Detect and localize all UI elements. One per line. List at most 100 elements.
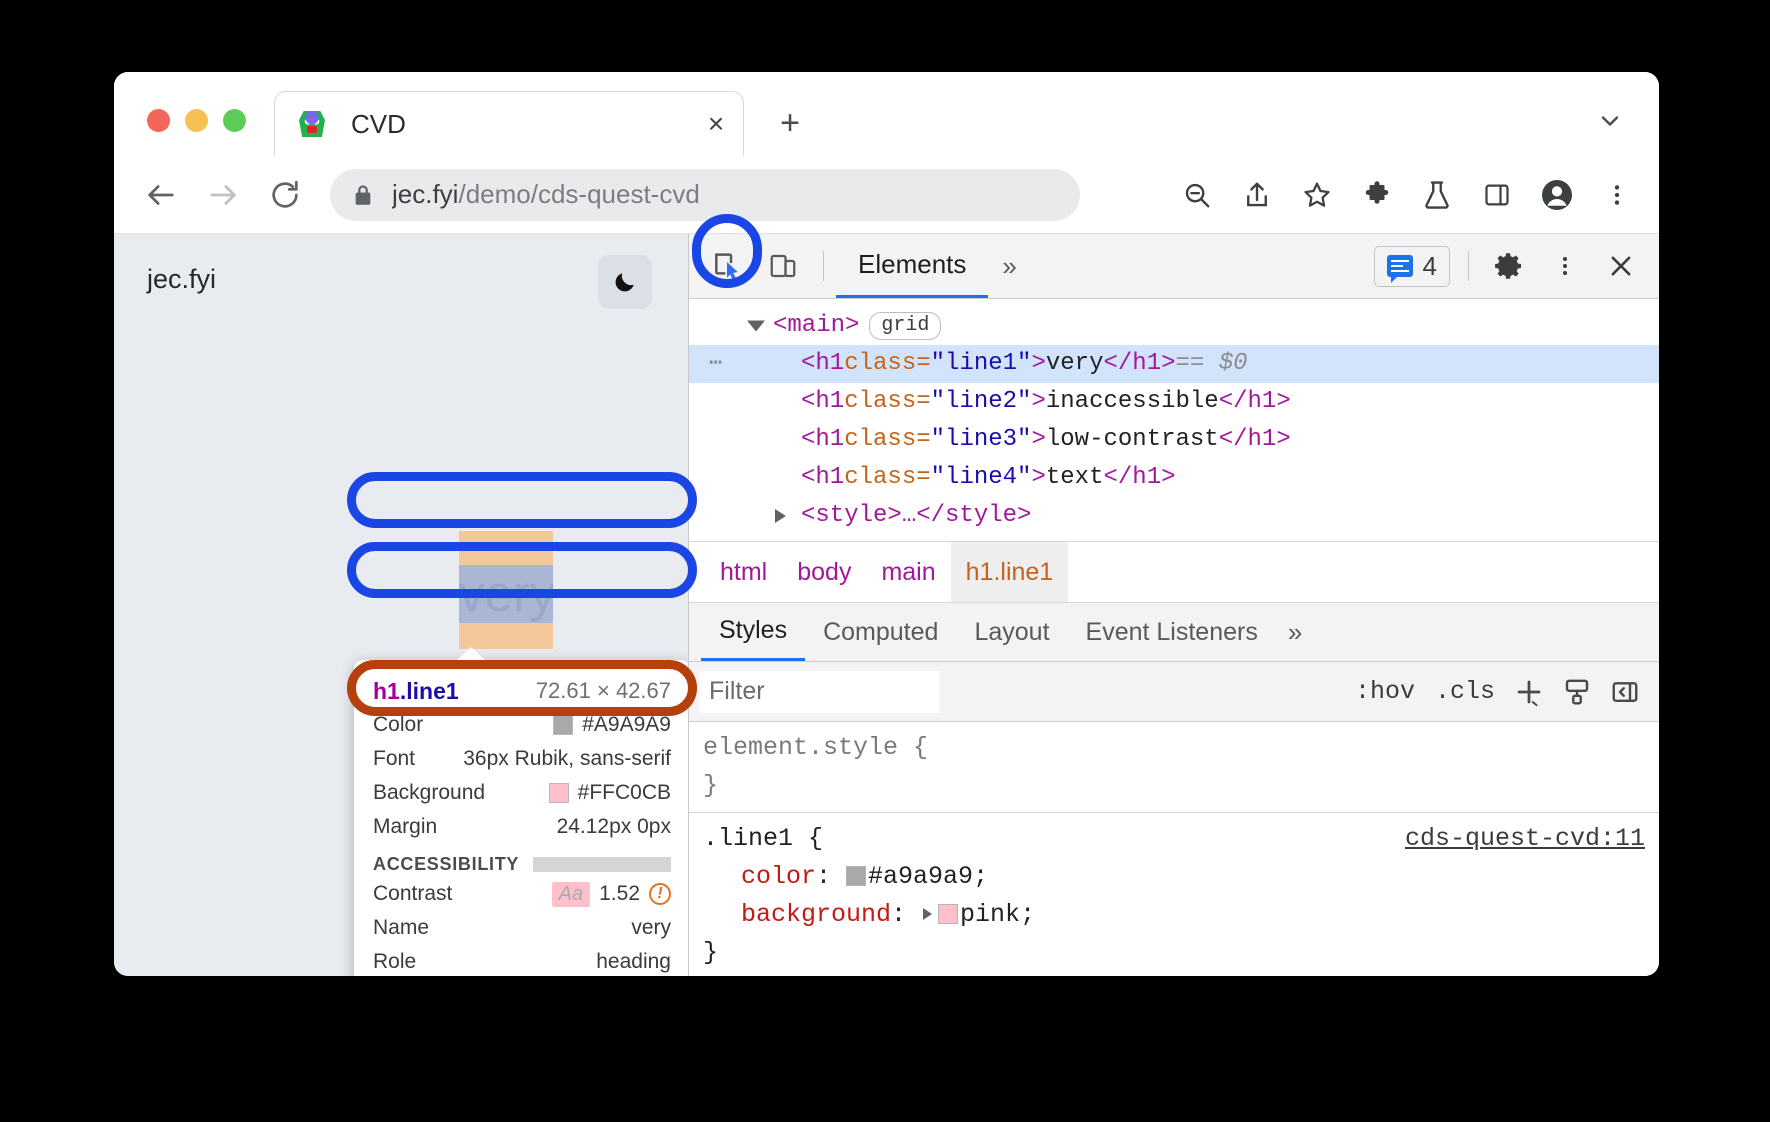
share-icon[interactable] [1231, 169, 1283, 221]
dom-node-style[interactable]: <style>…</style> [689, 497, 1659, 535]
address-bar[interactable]: jec.fyi/demo/cds-quest-cvd [330, 169, 1080, 221]
dom-ref: == $0 [1176, 346, 1248, 382]
expand-triangle-icon[interactable] [923, 908, 932, 920]
close-icon[interactable]: × [689, 97, 743, 151]
tab-elements[interactable]: Elements [836, 234, 988, 298]
tooltip-title-row: h1.line1 72.61 × 42.67 [354, 674, 688, 708]
divider [533, 857, 671, 872]
breadcrumb-main[interactable]: main [866, 542, 950, 602]
side-panel-icon[interactable] [1471, 169, 1523, 221]
dom-tag: > [1031, 460, 1045, 496]
declaration-property: background [741, 900, 891, 929]
rule-element-style[interactable]: element.style { } [689, 722, 1659, 813]
color-swatch[interactable] [846, 866, 866, 886]
tooltip-accessibility-section: ACCESSIBILITY [354, 844, 688, 877]
forward-arrow-icon[interactable] [200, 172, 246, 218]
device-toolbar-icon[interactable] [758, 241, 808, 291]
devtools-panel: Elements » 4 [688, 234, 1659, 976]
more-sidebar-tabs-button[interactable]: » [1276, 603, 1314, 661]
kebab-menu-icon[interactable] [1591, 169, 1643, 221]
plus-icon[interactable] [1507, 670, 1551, 714]
rule-line1[interactable]: .line1 { cds-quest-cvd:11 color: #a9a9a9… [689, 813, 1659, 976]
dom-node-main[interactable]: <main> grid [689, 307, 1659, 345]
tooltip-row-color: Color #A9A9A9 [354, 708, 688, 742]
address-bar-text: jec.fyi/demo/cds-quest-cvd [392, 179, 700, 210]
dom-tag: </h1> [1219, 384, 1291, 420]
divider [823, 251, 824, 281]
zoom-out-icon[interactable] [1171, 169, 1223, 221]
browser-tab[interactable]: CVD × [274, 91, 744, 156]
expand-triangle-icon[interactable] [775, 509, 786, 523]
tooltip-arrow [456, 647, 486, 661]
more-panels-button[interactable]: » [988, 251, 1030, 282]
browser-toolbar: jec.fyi/demo/cds-quest-cvd [114, 156, 1659, 234]
tab-title: CVD [351, 109, 689, 140]
toolbar-actions [1167, 169, 1647, 221]
tooltip-name-label: Name [373, 916, 429, 940]
inspect-element-icon[interactable] [702, 241, 752, 291]
issues-badge[interactable]: 4 [1374, 246, 1450, 287]
page-viewport: jec.fyi very inac low– h1.line1 72.61 × … [114, 234, 688, 976]
tab-event-listeners[interactable]: Event Listeners [1068, 603, 1276, 661]
tooltip-row-name: Name very [354, 911, 688, 945]
issues-icon [1387, 255, 1413, 277]
tooltip-contrast-label: Contrast [373, 882, 452, 906]
dom-attr-value: "line2" [931, 384, 1032, 420]
breadcrumb-h1-line1[interactable]: h1.line1 [951, 542, 1069, 602]
dom-text: low-contrast [1046, 422, 1219, 458]
window-minimize-button[interactable] [185, 109, 208, 132]
tab-styles[interactable]: Styles [701, 603, 805, 661]
page-line-1: very [459, 565, 553, 623]
tooltip-role-value: heading [596, 950, 671, 974]
filter-input[interactable] [699, 671, 939, 713]
dom-node-h1-line1[interactable]: ⋯ <h1 class="line1">very</h1> == $0 [689, 345, 1659, 383]
expand-triangle-icon[interactable] [747, 321, 765, 332]
grid-badge[interactable]: grid [869, 312, 941, 340]
tooltip-font-label: Font [373, 747, 415, 771]
bookmark-star-icon[interactable] [1291, 169, 1343, 221]
background-swatch[interactable] [938, 904, 958, 924]
node-more-icon[interactable]: ⋯ [709, 346, 724, 382]
moon-icon[interactable] [598, 255, 652, 309]
computed-sidebar-icon[interactable] [1603, 670, 1647, 714]
css-rules-pane: element.style { } .line1 { cds-quest-cvd… [689, 722, 1659, 976]
window-maximize-button[interactable] [223, 109, 246, 132]
dom-attr-value: "line1" [931, 346, 1032, 382]
new-tab-button[interactable]: + [766, 99, 814, 147]
devtools-toolbar: Elements » 4 [689, 234, 1659, 299]
dom-node-h1-line3[interactable]: <h1 class="line3">low-contrast</h1> [689, 421, 1659, 459]
dom-attr-value: "line3" [931, 422, 1032, 458]
dom-attr-value: "line4" [931, 460, 1032, 496]
hov-toggle-button[interactable]: :hov [1345, 677, 1425, 706]
tooltip-name-value: very [631, 916, 671, 940]
profile-avatar-icon[interactable] [1531, 169, 1583, 221]
breadcrumb-body[interactable]: body [782, 542, 866, 602]
chevron-down-icon[interactable] [1593, 104, 1627, 138]
site-logo: jec.fyi [147, 264, 216, 295]
tooltip-contrast-value: 1.52 [599, 882, 640, 906]
window-close-button[interactable] [147, 109, 170, 132]
cls-toggle-button[interactable]: .cls [1425, 677, 1505, 706]
kebab-menu-icon[interactable] [1540, 241, 1590, 291]
tooltip-row-role: Role heading [354, 945, 688, 976]
rule-close-brace: } [703, 767, 1659, 805]
gear-icon[interactable] [1484, 241, 1534, 291]
new-stylesheet-icon[interactable] [1555, 670, 1599, 714]
close-icon[interactable] [1596, 241, 1646, 291]
declaration-background[interactable]: background: pink; [703, 896, 1659, 934]
lab-flask-icon[interactable] [1411, 169, 1463, 221]
declaration-value: #a9a9a9 [868, 862, 973, 891]
tooltip-row-contrast: Contrast Aa 1.52 ! [354, 877, 688, 911]
back-arrow-icon[interactable] [138, 172, 184, 218]
declaration-color[interactable]: color: #a9a9a9; [703, 858, 1659, 896]
breadcrumb-html[interactable]: html [705, 542, 782, 602]
dom-attr: class= [844, 346, 930, 382]
tab-layout[interactable]: Layout [956, 603, 1067, 661]
extensions-puzzle-icon[interactable] [1351, 169, 1403, 221]
tooltip-color-label: Color [373, 713, 423, 737]
rule-source-link[interactable]: cds-quest-cvd:11 [1405, 820, 1645, 858]
tab-computed[interactable]: Computed [805, 603, 956, 661]
dom-node-h1-line2[interactable]: <h1 class="line2">inaccessible</h1> [689, 383, 1659, 421]
dom-node-h1-line4[interactable]: <h1 class="line4">text</h1> [689, 459, 1659, 497]
reload-icon[interactable] [262, 172, 308, 218]
